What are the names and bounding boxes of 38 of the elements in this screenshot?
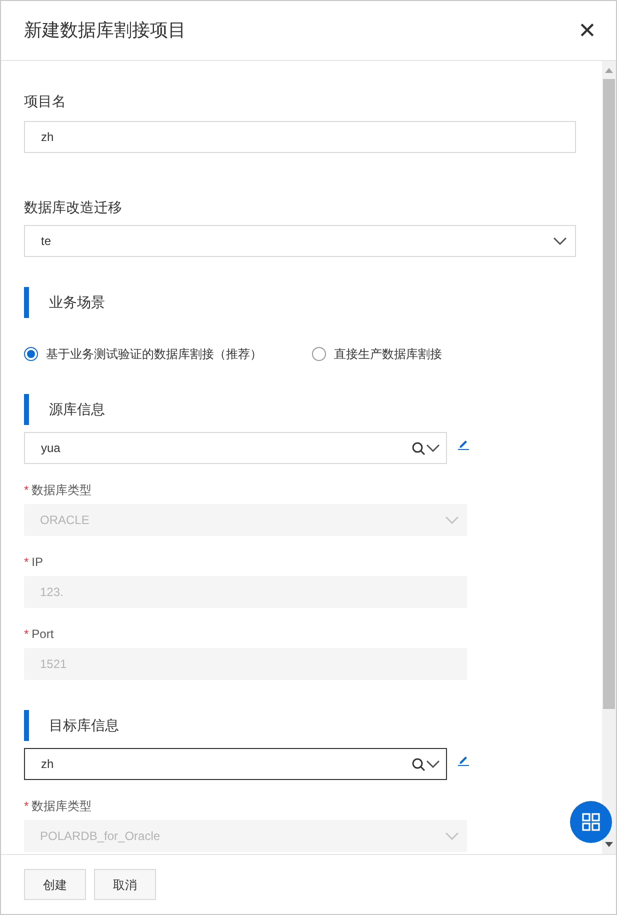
edit-icon[interactable] [457, 754, 469, 766]
field-label: 数据库类型 [32, 798, 92, 815]
required-mark: * [24, 482, 29, 499]
chevron-down-icon [445, 832, 459, 840]
field-label: 数据库改造迁移 [24, 198, 123, 217]
radio-option[interactable]: 直接生产数据库割接 [312, 345, 442, 363]
close-button[interactable]: ✕ [578, 20, 596, 42]
chevron-down-icon [445, 516, 459, 524]
search-select[interactable]: yua [24, 432, 447, 464]
scroll-thumb[interactable] [603, 79, 615, 709]
radio-option[interactable]: 基于业务测试验证的数据库割接（推荐） [24, 345, 262, 363]
apps-button[interactable] [570, 801, 612, 843]
field-label: IP [32, 554, 44, 571]
dropdown[interactable]: te [24, 225, 576, 257]
dialog-title: 新建数据库割接项目 [24, 19, 186, 42]
radio-button[interactable] [24, 347, 38, 361]
required-mark: * [24, 554, 29, 571]
section-title: 业务场景 [49, 293, 105, 312]
search-icon [412, 758, 425, 770]
footer-button[interactable]: 创建 [24, 869, 86, 900]
required-mark: * [24, 798, 29, 815]
grid-icon [582, 813, 600, 831]
edit-icon[interactable] [457, 438, 469, 450]
section-title: 源库信息 [49, 400, 105, 419]
text-input[interactable]: zh [24, 121, 576, 153]
field-label: 项目名 [24, 92, 67, 111]
required-mark: * [24, 626, 29, 643]
radio-button[interactable] [312, 347, 326, 361]
chevron-down-icon [426, 760, 440, 768]
field-label: Port [32, 626, 54, 643]
scrollbar[interactable] [602, 61, 616, 854]
footer-button[interactable]: 取消 [94, 869, 156, 900]
chevron-down-icon [426, 444, 440, 452]
field-label: 数据库类型 [32, 482, 92, 499]
search-select[interactable]: zh [24, 748, 447, 780]
chevron-down-icon [553, 237, 567, 245]
section-title: 目标库信息 [49, 716, 119, 735]
search-icon [412, 442, 425, 454]
